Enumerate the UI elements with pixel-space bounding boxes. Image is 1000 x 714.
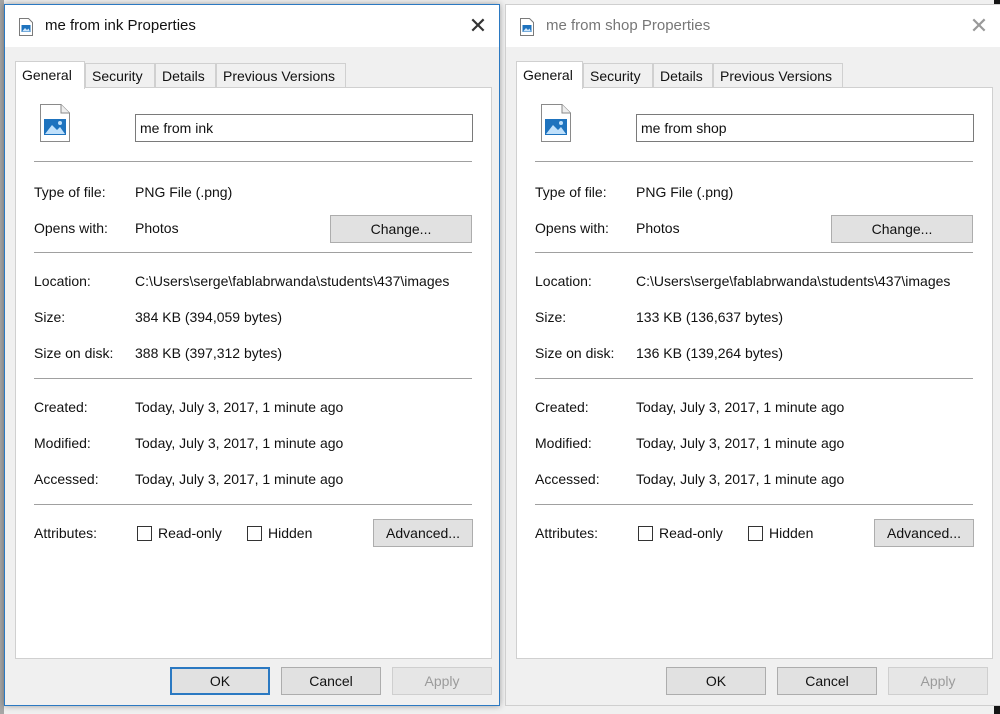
general-panel: Type of file: PNG File (.png) Opens with… xyxy=(516,87,993,659)
read-only-label[interactable]: Read-only xyxy=(158,525,222,541)
type-of-file-label: Type of file: xyxy=(34,184,106,200)
divider xyxy=(535,161,973,162)
divider xyxy=(535,378,973,379)
divider xyxy=(34,161,472,162)
opens-with-value: Photos xyxy=(135,220,179,236)
size-on-disk-label: Size on disk: xyxy=(535,345,615,361)
divider xyxy=(535,252,973,253)
modified-value: Today, July 3, 2017, 1 minute ago xyxy=(636,435,845,451)
read-only-label[interactable]: Read-only xyxy=(659,525,723,541)
tab-details[interactable]: Details xyxy=(155,63,216,87)
size-on-disk-label: Size on disk: xyxy=(34,345,114,361)
image-file-icon xyxy=(520,18,534,36)
close-button[interactable]: ✕ xyxy=(457,5,499,47)
tab-security[interactable]: Security xyxy=(583,63,653,87)
read-only-checkbox[interactable] xyxy=(137,526,152,541)
location-label: Location: xyxy=(535,273,592,289)
modified-label: Modified: xyxy=(535,435,592,451)
type-of-file-value: PNG File (.png) xyxy=(636,184,734,200)
close-button[interactable]: ✕ xyxy=(958,5,1000,47)
location-value: C:\Users\serge\fablabrwanda\students\437… xyxy=(636,273,951,289)
tab-security[interactable]: Security xyxy=(85,63,155,87)
accessed-value: Today, July 3, 2017, 1 minute ago xyxy=(135,471,344,487)
location-value: C:\Users\serge\fablabrwanda\students\437… xyxy=(135,273,450,289)
hidden-label[interactable]: Hidden xyxy=(268,525,312,541)
size-label: Size: xyxy=(34,309,66,325)
tab-previous-versions[interactable]: Previous Versions xyxy=(216,63,346,87)
change-button[interactable]: Change... xyxy=(330,215,472,243)
close-icon: ✕ xyxy=(969,13,989,38)
image-file-icon xyxy=(40,104,70,142)
general-panel: Type of file: PNG File (.png) Opens with… xyxy=(15,87,492,659)
tab-previous-versions[interactable]: Previous Versions xyxy=(713,63,843,87)
properties-window-me-from-shop: me from shop Properties ✕ General Securi… xyxy=(505,4,1000,706)
divider xyxy=(535,504,973,505)
image-file-icon xyxy=(19,18,33,36)
accessed-value: Today, July 3, 2017, 1 minute ago xyxy=(636,471,845,487)
title-bar[interactable]: me from ink Properties ✕ xyxy=(5,5,499,47)
divider xyxy=(34,252,472,253)
tab-general[interactable]: General xyxy=(516,61,583,89)
created-label: Created: xyxy=(535,399,589,415)
window-title: me from ink Properties xyxy=(45,17,196,34)
opens-with-value: Photos xyxy=(636,220,680,236)
cancel-button[interactable]: Cancel xyxy=(777,667,877,695)
properties-window-me-from-ink: me from ink Properties ✕ General Securit… xyxy=(4,4,500,706)
created-value: Today, July 3, 2017, 1 minute ago xyxy=(135,399,344,415)
close-icon: ✕ xyxy=(468,13,488,38)
size-on-disk-value: 388 KB (397,312 bytes) xyxy=(135,345,283,361)
hidden-label[interactable]: Hidden xyxy=(769,525,813,541)
apply-button[interactable]: Apply xyxy=(888,667,988,695)
location-label: Location: xyxy=(34,273,91,289)
attributes-label: Attributes: xyxy=(34,525,98,541)
accessed-label: Accessed: xyxy=(535,471,600,487)
ok-button[interactable]: OK xyxy=(666,667,766,695)
hidden-checkbox[interactable] xyxy=(247,526,262,541)
advanced-button[interactable]: Advanced... xyxy=(874,519,974,547)
advanced-button[interactable]: Advanced... xyxy=(373,519,473,547)
tab-details[interactable]: Details xyxy=(653,63,713,87)
image-file-icon xyxy=(541,104,571,142)
cancel-button[interactable]: Cancel xyxy=(281,667,381,695)
modified-label: Modified: xyxy=(34,435,91,451)
window-title: me from shop Properties xyxy=(546,17,711,34)
read-only-checkbox[interactable] xyxy=(638,526,653,541)
tab-general[interactable]: General xyxy=(15,61,85,89)
file-name-input[interactable] xyxy=(636,114,974,142)
ok-button[interactable]: OK xyxy=(170,667,270,695)
attributes-label: Attributes: xyxy=(535,525,599,541)
hidden-checkbox[interactable] xyxy=(748,526,763,541)
accessed-label: Accessed: xyxy=(34,471,99,487)
size-value: 384 KB (394,059 bytes) xyxy=(135,309,283,325)
change-button[interactable]: Change... xyxy=(831,215,973,243)
divider xyxy=(34,504,472,505)
size-value: 133 KB (136,637 bytes) xyxy=(636,309,784,325)
apply-button[interactable]: Apply xyxy=(392,667,492,695)
created-label: Created: xyxy=(34,399,88,415)
opens-with-label: Opens with: xyxy=(34,220,108,236)
modified-value: Today, July 3, 2017, 1 minute ago xyxy=(135,435,344,451)
type-of-file-label: Type of file: xyxy=(535,184,607,200)
opens-with-label: Opens with: xyxy=(535,220,609,236)
size-on-disk-value: 136 KB (139,264 bytes) xyxy=(636,345,784,361)
file-name-input[interactable] xyxy=(135,114,473,142)
title-bar[interactable]: me from shop Properties ✕ xyxy=(506,5,1000,47)
created-value: Today, July 3, 2017, 1 minute ago xyxy=(636,399,845,415)
divider xyxy=(34,378,472,379)
type-of-file-value: PNG File (.png) xyxy=(135,184,233,200)
size-label: Size: xyxy=(535,309,567,325)
